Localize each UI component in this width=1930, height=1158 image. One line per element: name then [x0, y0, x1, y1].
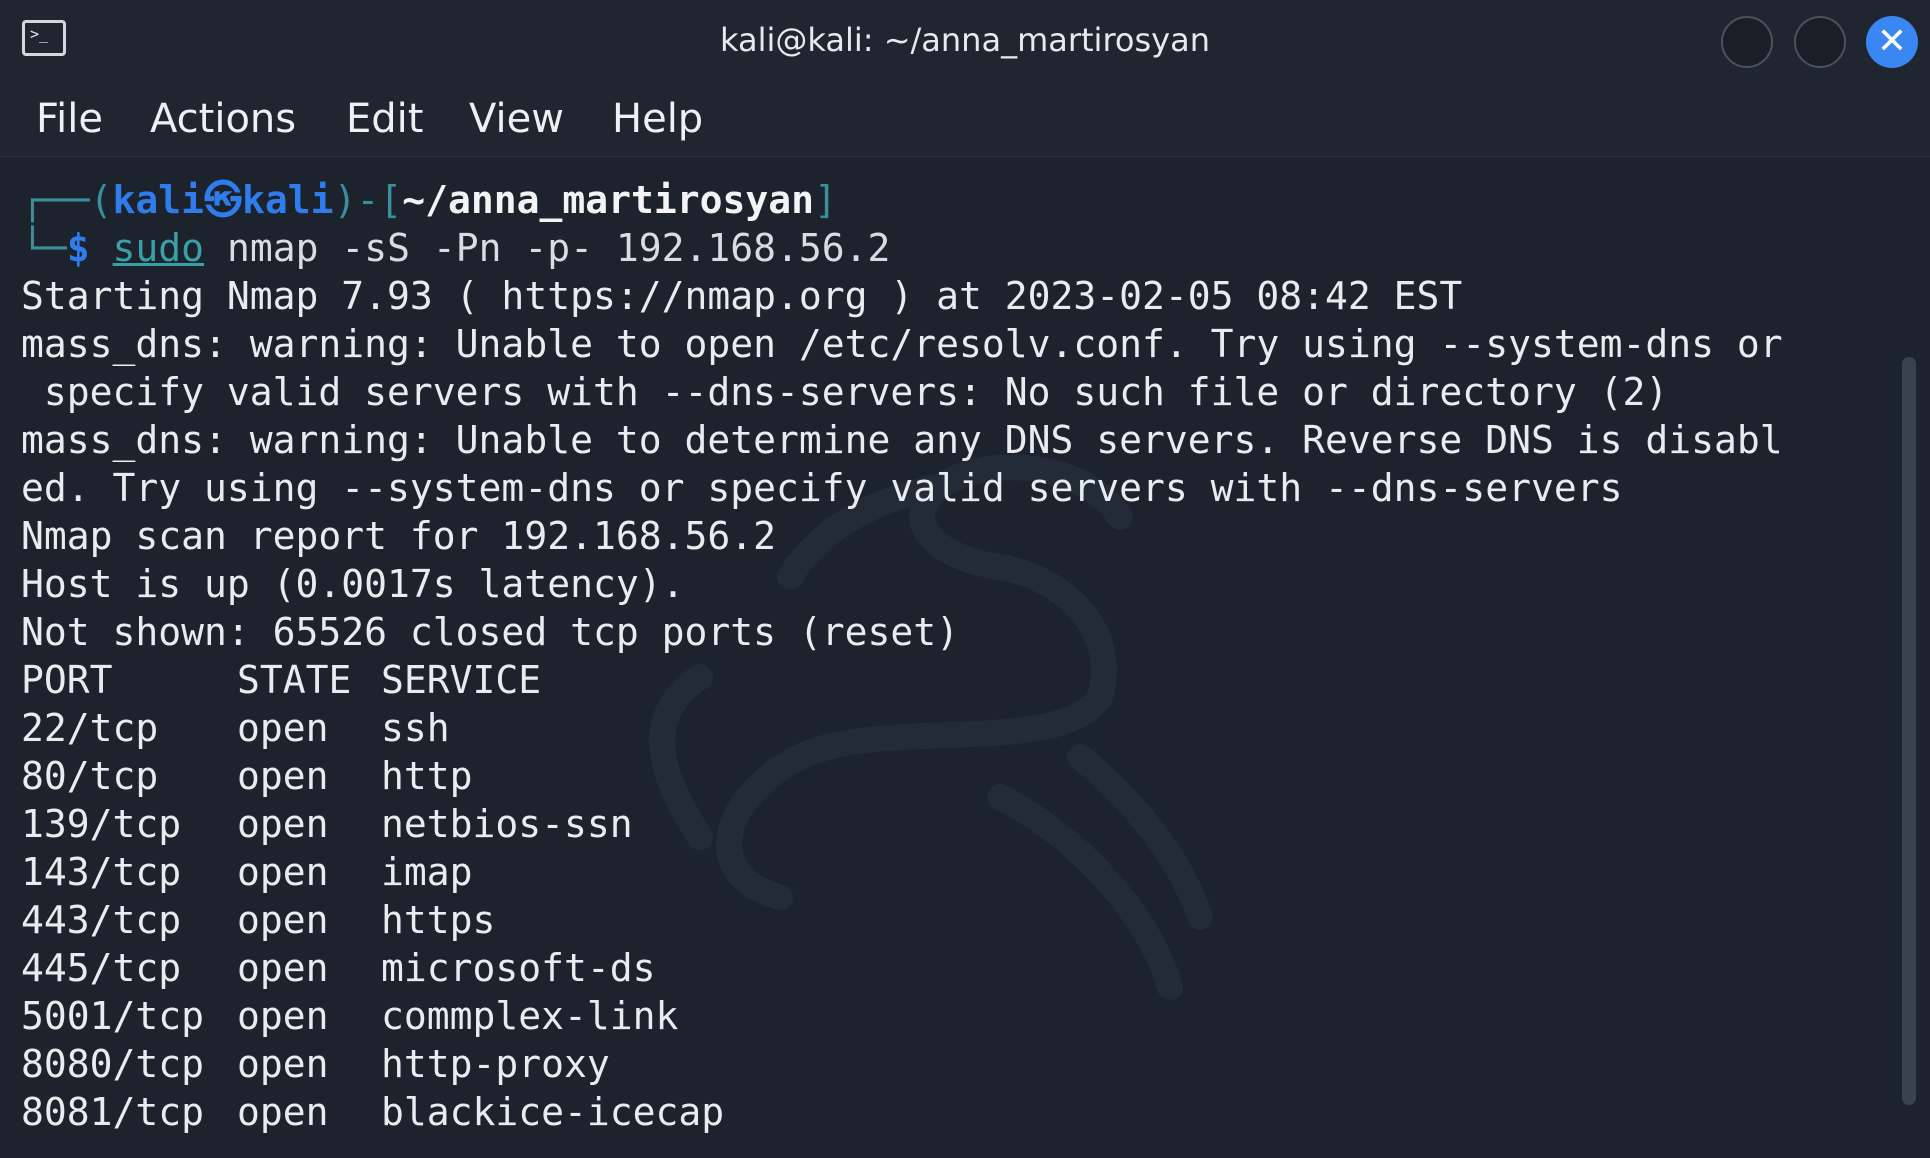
port-number: 445/tcp	[21, 946, 182, 990]
terminal-lines: ┌──(kali㉿kali)-[~/anna_martirosyan] └─$ …	[21, 176, 1881, 1136]
port-service: blackice-icecap	[381, 1090, 725, 1134]
port-service: commplex-link	[381, 994, 679, 1038]
prompt-at-symbol: ㉿	[204, 178, 243, 222]
command-sudo: sudo	[112, 226, 205, 270]
terminal-output-area[interactable]: ┌──(kali㉿kali)-[~/anna_martirosyan] └─$ …	[0, 157, 1930, 1158]
output-line: mass_dns: warning: Unable to determine a…	[21, 418, 1783, 462]
prompt-mid: )-[	[333, 178, 403, 222]
header-service: SERVICE	[381, 658, 542, 702]
port-row: 143/tcp open imap	[21, 848, 1881, 896]
menu-view[interactable]: View	[469, 94, 564, 144]
output-line: Host is up (0.0017s latency).	[21, 562, 685, 606]
output-line: Nmap scan report for 192.168.56.2	[21, 514, 776, 558]
maximize-button[interactable]	[1794, 16, 1846, 68]
port-row: 443/tcp open https	[21, 896, 1881, 944]
prompt-corner-top: ┌──(	[21, 178, 113, 222]
port-number: 5001/tcp	[21, 994, 205, 1038]
output-line: ed. Try using --system-dns or specify va…	[21, 466, 1623, 510]
output-line: specify valid servers with --dns-servers…	[21, 370, 1669, 414]
prompt-host: kali	[242, 178, 334, 222]
port-service: microsoft-ds	[381, 946, 656, 990]
port-state: open	[237, 898, 329, 942]
terminal-window: >_ kali@kali: ~/anna_martirosyan ✕ File …	[0, 0, 1930, 1158]
port-number: 22/tcp	[21, 706, 159, 750]
header-port: PORT	[21, 658, 113, 702]
port-state: open	[237, 850, 329, 894]
port-state: open	[237, 1090, 329, 1134]
menu-actions[interactable]: Actions	[150, 94, 296, 144]
port-row: 8080/tcp open http-proxy	[21, 1040, 1881, 1088]
port-state: open	[237, 1042, 329, 1086]
menu-edit[interactable]: Edit	[346, 94, 423, 144]
port-number: 8081/tcp	[21, 1090, 205, 1134]
port-number: 8080/tcp	[21, 1042, 205, 1086]
port-row: 22/tcp open ssh	[21, 704, 1881, 752]
port-state: open	[237, 754, 329, 798]
menu-bar: File Actions Edit View Help	[0, 84, 1930, 157]
menu-help[interactable]: Help	[612, 94, 703, 144]
port-state: open	[237, 994, 329, 1038]
port-row: 8081/tcp open blackice-icecap	[21, 1088, 1881, 1136]
port-number: 80/tcp	[21, 754, 159, 798]
prompt-corner-bottom: └─	[21, 226, 67, 270]
port-number: 139/tcp	[21, 802, 182, 846]
port-table-header: PORT STATE SERVICE	[21, 656, 1881, 704]
prompt-dollar: $	[66, 226, 90, 270]
prompt-user: kali	[112, 178, 205, 222]
prompt-end-bracket: ]	[814, 178, 837, 222]
port-service: https	[381, 898, 496, 942]
menu-file[interactable]: File	[36, 94, 103, 144]
command-args: nmap -sS -Pn -p- 192.168.56.2	[204, 226, 891, 270]
port-row: 80/tcp open http	[21, 752, 1881, 800]
prompt-line-top: ┌──(kali㉿kali)-[~/anna_martirosyan]	[21, 176, 1881, 224]
minimize-button[interactable]	[1721, 16, 1773, 68]
prompt-cwd: ~/anna_martirosyan	[402, 178, 815, 222]
header-state: STATE	[237, 658, 352, 702]
port-row: 445/tcp open microsoft-ds	[21, 944, 1881, 992]
output-line: Starting Nmap 7.93 ( https://nmap.org ) …	[21, 274, 1463, 318]
port-number: 143/tcp	[21, 850, 182, 894]
prompt-line-command: └─$ sudo nmap -sS -Pn -p- 192.168.56.2	[21, 224, 1881, 272]
title-bar[interactable]: >_ kali@kali: ~/anna_martirosyan ✕	[0, 0, 1930, 84]
port-state: open	[237, 946, 329, 990]
vertical-scrollbar[interactable]	[1902, 357, 1916, 1105]
port-service: ssh	[381, 706, 450, 750]
port-number: 443/tcp	[21, 898, 182, 942]
window-title: kali@kali: ~/anna_martirosyan	[720, 21, 1210, 59]
port-state: open	[237, 802, 329, 846]
close-icon: ✕	[1876, 21, 1908, 62]
port-state: open	[237, 706, 329, 750]
port-service: netbios-ssn	[381, 802, 633, 846]
port-row: 139/tcp open netbios-ssn	[21, 800, 1881, 848]
port-service: http-proxy	[381, 1042, 610, 1086]
port-service: imap	[381, 850, 473, 894]
port-service: http	[381, 754, 473, 798]
close-button[interactable]: ✕	[1866, 16, 1918, 68]
output-line: Not shown: 65526 closed tcp ports (reset…	[21, 610, 959, 654]
output-line: mass_dns: warning: Unable to open /etc/r…	[21, 322, 1783, 366]
port-row: 5001/tcp open commplex-link	[21, 992, 1881, 1040]
